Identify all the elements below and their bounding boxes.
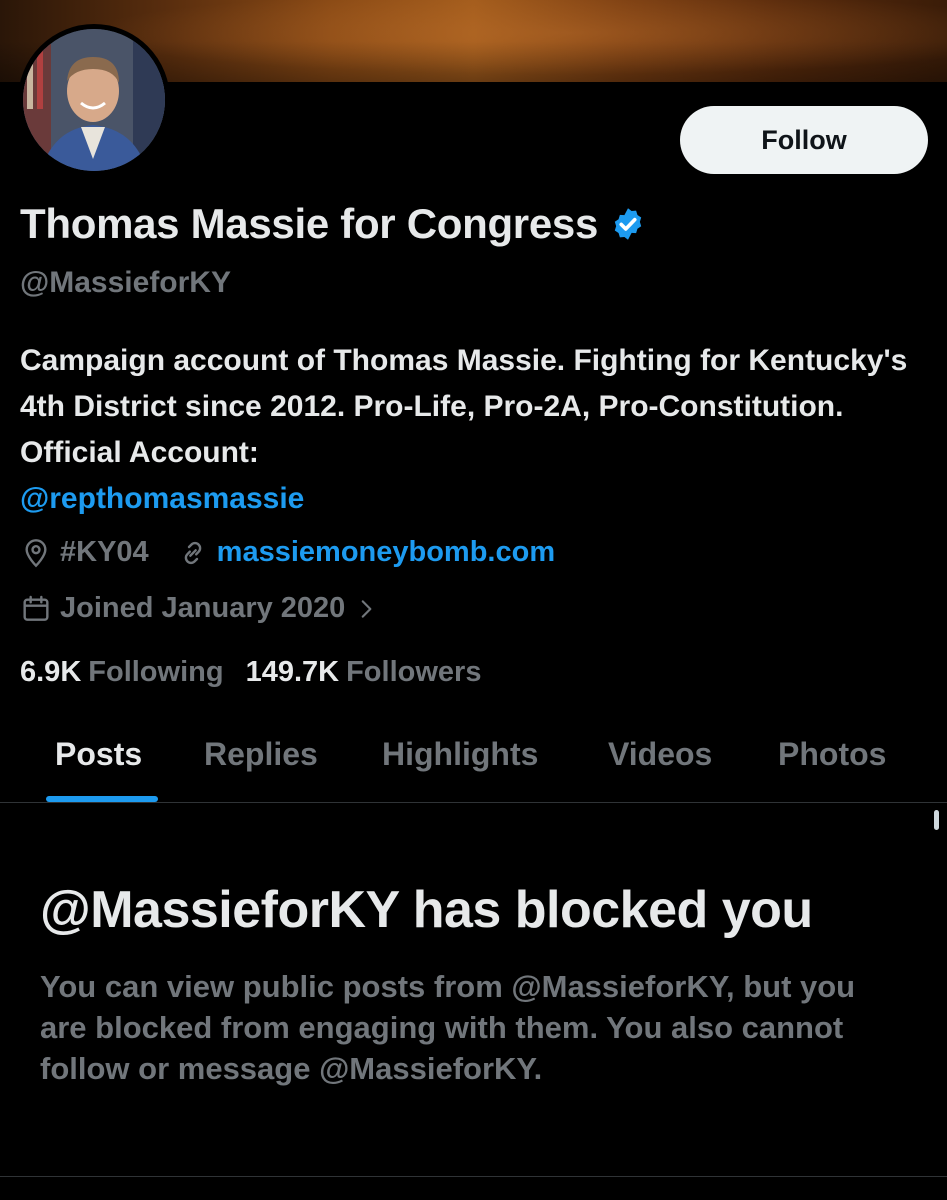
name-row: Thomas Massie for Congress xyxy=(20,200,646,248)
profile-tabs: Posts Replies Highlights Videos Photos xyxy=(0,720,947,803)
chevron-right-icon xyxy=(361,599,372,618)
avatar[interactable] xyxy=(18,24,170,176)
followers-label: Followers xyxy=(346,656,482,688)
profile-stats: 6.9K Following 149.7K Followers xyxy=(20,656,503,689)
following-stat[interactable]: 6.9K Following xyxy=(20,656,224,689)
tab-posts[interactable]: Posts xyxy=(55,736,142,773)
blocked-title: @MassieforKY has blocked you xyxy=(40,881,813,939)
follow-button[interactable]: Follow xyxy=(680,106,928,174)
followers-stat[interactable]: 149.7K Followers xyxy=(246,656,482,689)
tab-photos[interactable]: Photos xyxy=(778,736,886,773)
link-icon xyxy=(184,541,201,564)
tab-highlights[interactable]: Highlights xyxy=(382,736,538,773)
profile-bio: Campaign account of Thomas Massie. Fight… xyxy=(20,338,920,522)
location-text: #KY04 xyxy=(60,536,149,568)
location-pin-icon xyxy=(25,538,47,567)
followers-count: 149.7K xyxy=(245,656,340,688)
following-label: Following xyxy=(88,656,224,688)
profile-handle: @MassieforKY xyxy=(20,266,231,299)
blocked-message: You can view public posts from @Massiefo… xyxy=(40,969,856,1086)
joined-row[interactable]: Joined January 2020 xyxy=(20,592,387,625)
tab-replies[interactable]: Replies xyxy=(204,736,318,773)
bio-mention-link[interactable]: @repthomasmassie xyxy=(20,476,920,522)
following-count: 6.9K xyxy=(20,656,82,688)
verified-badge-icon[interactable] xyxy=(610,206,646,242)
tab-videos[interactable]: Videos xyxy=(608,736,712,773)
scrollbar-thumb[interactable] xyxy=(934,810,939,830)
website-link[interactable]: massiemoneybomb.com xyxy=(217,536,555,569)
calendar-icon xyxy=(23,595,49,621)
avatar-photo xyxy=(23,29,165,171)
active-tab-indicator xyxy=(46,796,158,802)
bio-text: Campaign account of Thomas Massie. Fight… xyxy=(20,344,908,469)
joined-text: Joined January 2020 xyxy=(60,592,346,624)
divider xyxy=(0,1176,947,1177)
display-name: Thomas Massie for Congress xyxy=(20,200,599,247)
profile-meta-row: #KY04 massiemoneybomb.com xyxy=(20,536,555,569)
